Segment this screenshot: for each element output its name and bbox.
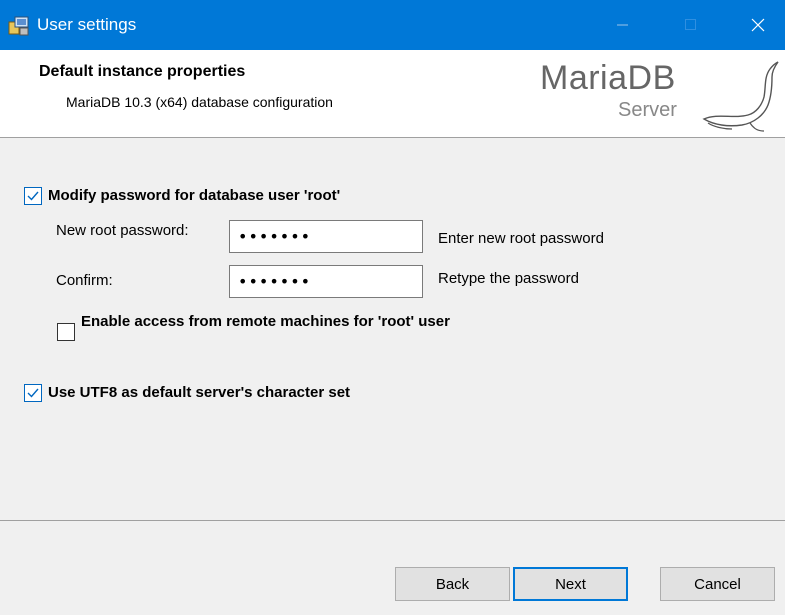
modify-password-option[interactable]: Modify password for database user 'root' [24,187,340,205]
checkmark-icon [27,388,39,398]
remote-access-label: Enable access from remote machines for '… [81,313,450,330]
back-button[interactable]: Back [395,567,510,601]
page-title: Default instance properties [39,63,246,80]
cancel-button[interactable]: Cancel [660,567,775,601]
seal-icon [702,61,779,132]
logo-wordmark: MariaDB [540,59,676,97]
utf8-checkbox[interactable] [24,384,42,402]
confirm-password-hint: Retype the password [438,270,579,287]
confirm-label: Confirm: [56,272,113,289]
utf8-label: Use UTF8 as default server's character s… [48,384,351,401]
new-password-label: New root password: [56,222,189,239]
modify-password-label: Modify password for database user 'root' [48,187,341,204]
utf8-option[interactable]: Use UTF8 as default server's character s… [24,384,350,402]
next-button[interactable]: Next [513,567,628,601]
checkmark-icon [27,191,39,201]
minimize-button[interactable] [596,0,650,50]
new-password-input[interactable] [229,220,423,253]
close-icon [751,18,765,32]
page-subtitle: MariaDB 10.3 (x64) database configuratio… [66,94,333,110]
window-title: User settings [37,15,137,34]
maximize-button[interactable] [664,0,718,50]
mariadb-logo: MariaDB Server [540,53,780,137]
minimize-icon [617,24,628,26]
remote-access-checkbox[interactable] [57,323,75,341]
new-password-hint: Enter new root password [438,230,604,247]
logo-server-text: Server [618,99,677,121]
confirm-password-input[interactable] [229,265,423,298]
maximize-icon [685,19,696,30]
installer-icon [8,16,30,36]
modify-password-checkbox[interactable] [24,187,42,205]
title-bar[interactable]: User settings [0,0,785,50]
remote-access-option[interactable]: Enable access from remote machines for '… [57,313,511,341]
close-button[interactable] [731,0,785,50]
